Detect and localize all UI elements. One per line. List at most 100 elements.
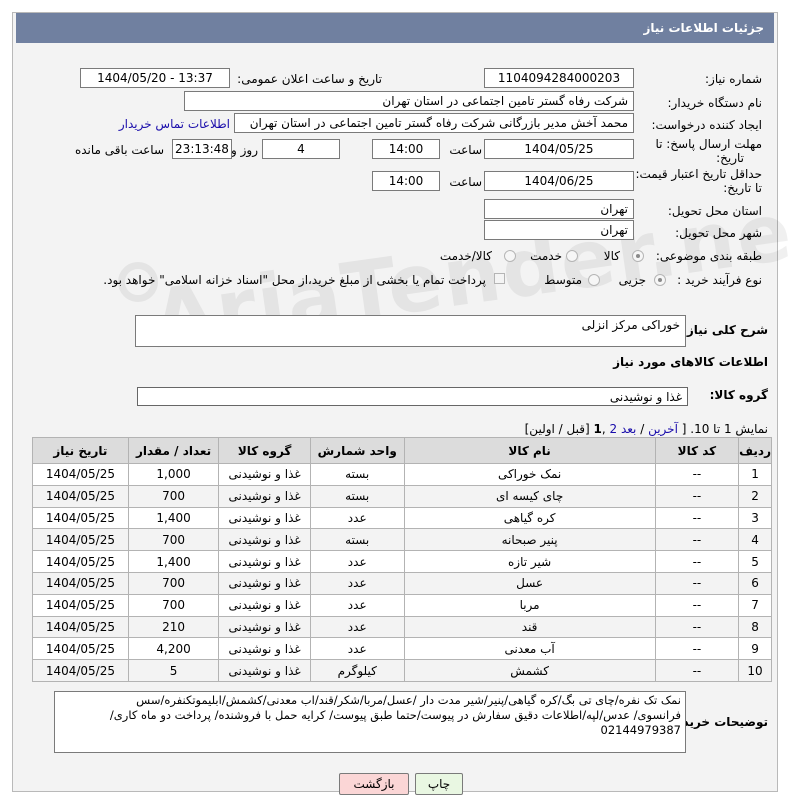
cell-date: 1404/05/25 bbox=[32, 463, 129, 486]
cell-row: 2 bbox=[738, 484, 772, 508]
validity-label: حداقل تاریخ اعتبار قیمت: bbox=[635, 167, 762, 181]
cell-code: -- bbox=[654, 593, 740, 617]
process-option-minor: جزیی bbox=[618, 273, 646, 287]
cell-row: 9 bbox=[738, 637, 772, 661]
cell-name: مربا bbox=[403, 593, 656, 617]
back-button[interactable]: بازگشت bbox=[339, 773, 409, 795]
process-option-medium: متوسط bbox=[544, 273, 582, 287]
process-radio-minor[interactable] bbox=[654, 274, 666, 286]
cell-quantity: 700 bbox=[127, 528, 220, 552]
col-unit: واحد شمارش bbox=[309, 437, 405, 464]
announce-field: 1404/05/20 - 13:37 bbox=[80, 68, 230, 88]
col-code: کد کالا bbox=[654, 437, 740, 464]
pagination-current-page: 1 bbox=[593, 422, 602, 436]
remaining-time-field: 23:13:48 bbox=[172, 139, 232, 159]
cell-row: 7 bbox=[738, 593, 772, 617]
category-option-service: خدمت bbox=[530, 249, 562, 263]
cell-unit: عدد bbox=[309, 550, 405, 573]
deadline-days-field: 4 bbox=[262, 139, 340, 159]
deadline-label: مهلت ارسال پاسخ: تا bbox=[655, 137, 762, 151]
cell-row: 6 bbox=[738, 571, 772, 595]
category-radio-goods[interactable] bbox=[632, 250, 644, 262]
cell-code: -- bbox=[654, 506, 740, 530]
summary-label: شرح کلی نیاز: bbox=[682, 323, 768, 337]
table-row: 8 -- قند عدد غذا و نوشیدنی 210 1404/05/25 bbox=[32, 615, 772, 639]
announce-label: تاریخ و ساعت اعلان عمومی: bbox=[237, 72, 382, 86]
table-row: 10 -- کشمش کیلوگرم غذا و نوشیدنی 5 1404/05/25 bbox=[32, 659, 772, 682]
province-field: تهران bbox=[484, 199, 634, 219]
cell-code: -- bbox=[654, 463, 740, 486]
col-quantity: تعداد / مقدار bbox=[127, 437, 220, 464]
cell-group: غذا و نوشیدنی bbox=[218, 637, 311, 661]
cell-quantity: 700 bbox=[127, 593, 220, 617]
cell-name: آب معدنی bbox=[403, 637, 656, 661]
cell-unit: بسته bbox=[309, 463, 405, 486]
cell-quantity: 4,200 bbox=[127, 637, 220, 661]
cell-date: 1404/05/25 bbox=[32, 659, 129, 682]
col-name: نام کالا bbox=[403, 437, 656, 464]
category-radio-service[interactable] bbox=[566, 250, 578, 262]
cell-code: -- bbox=[654, 528, 740, 552]
pagination-last[interactable]: آخرین bbox=[648, 422, 678, 436]
cell-date: 1404/05/25 bbox=[32, 528, 129, 552]
creator-field: محمد آخش مدیر بازرگانی شرکت رفاه گستر تا… bbox=[234, 113, 634, 133]
buyer-notes-field: نمک تک نفره/چای تی بگ/کره گیاهی/پنیر/شیر… bbox=[54, 691, 686, 753]
cell-group: غذا و نوشیدنی bbox=[218, 484, 311, 508]
province-label: استان محل تحویل: bbox=[667, 204, 762, 218]
need-number-label: شماره نیاز: bbox=[705, 72, 762, 86]
cell-code: -- bbox=[654, 484, 740, 508]
buyer-contact-link[interactable]: اطلاعات تماس خریدار bbox=[119, 117, 230, 131]
goods-info-title: اطلاعات کالاهای مورد نیاز bbox=[613, 355, 768, 369]
cell-code: -- bbox=[654, 571, 740, 595]
treasury-payment-checkbox[interactable] bbox=[494, 273, 505, 284]
cell-unit: عدد bbox=[309, 593, 405, 617]
goods-table-header: ردیف کد کالا نام کالا واحد شمارش گروه کا… bbox=[32, 437, 772, 464]
cell-date: 1404/05/25 bbox=[32, 506, 129, 530]
cell-group: غذا و نوشیدنی bbox=[218, 528, 311, 552]
cell-quantity: 1,400 bbox=[127, 506, 220, 530]
cell-code: -- bbox=[654, 637, 740, 661]
cell-code: -- bbox=[654, 659, 740, 682]
deadline-date-field: 1404/05/25 bbox=[484, 139, 634, 159]
cell-name: کره گیاهی bbox=[403, 506, 656, 530]
cell-name: پنیر صبحانه bbox=[403, 528, 656, 552]
print-button[interactable]: چاپ bbox=[415, 773, 463, 795]
buyer-notes-line-2: فرانسوی/ عدس/لپه/اطلاعات دقیق سفارش در پ… bbox=[109, 708, 681, 722]
cell-name: شیر تازه bbox=[403, 550, 656, 573]
pagination-next[interactable]: بعد bbox=[621, 422, 636, 436]
cell-group: غذا و نوشیدنی bbox=[218, 659, 311, 682]
page-title: جزئیات اطلاعات نیاز bbox=[16, 13, 774, 43]
cell-name: قند bbox=[403, 615, 656, 639]
goods-table: ردیف کد کالا نام کالا واحد شمارش گروه کا… bbox=[32, 437, 772, 682]
cell-unit: کیلوگرم bbox=[309, 659, 405, 682]
city-label: شهر محل تحویل: bbox=[675, 226, 762, 240]
cell-date: 1404/05/25 bbox=[32, 571, 129, 595]
goods-group-label: گروه کالا: bbox=[709, 388, 768, 402]
table-row: 4 -- پنیر صبحانه بسته غذا و نوشیدنی 700 1404/0… bbox=[32, 528, 772, 552]
cell-unit: بسته bbox=[309, 484, 405, 508]
cell-group: غذا و نوشیدنی bbox=[218, 593, 311, 617]
col-group: گروه کالا bbox=[218, 437, 311, 464]
cell-code: -- bbox=[654, 615, 740, 639]
process-radio-medium[interactable] bbox=[588, 274, 600, 286]
pagination-page-2[interactable]: 2 bbox=[609, 422, 617, 436]
cell-date: 1404/05/25 bbox=[32, 615, 129, 639]
cell-group: غذا و نوشیدنی bbox=[218, 506, 311, 530]
remaining-time-label: ساعت باقی مانده bbox=[74, 143, 164, 157]
category-radio-goods-service[interactable] bbox=[504, 250, 516, 262]
cell-quantity: 5 bbox=[127, 659, 220, 682]
cell-group: غذا و نوشیدنی bbox=[218, 550, 311, 573]
table-row: 9 -- آب معدنی عدد غذا و نوشیدنی 4,200 1404/05/… bbox=[32, 637, 772, 661]
cell-name: چای کیسه ای bbox=[403, 484, 656, 508]
validity-time-field: 14:00 bbox=[372, 171, 440, 191]
buyer-org-field: شرکت رفاه گستر تامین اجتماعی در استان ته… bbox=[184, 91, 634, 111]
cell-quantity: 1,000 bbox=[127, 463, 220, 486]
pagination-prev-first: [قبل / اولین] bbox=[524, 422, 590, 436]
buyer-org-label: نام دستگاه خریدار: bbox=[667, 96, 763, 110]
category-option-goods: کالا bbox=[603, 249, 620, 263]
cell-code: -- bbox=[654, 550, 740, 573]
cell-date: 1404/05/25 bbox=[32, 484, 129, 508]
table-row: 6 -- عسل عدد غذا و نوشیدنی 700 1404/05/25 bbox=[32, 571, 772, 595]
deadline-days-label: روز و bbox=[231, 143, 258, 157]
table-row: 5 -- شیر تازه عدد غذا و نوشیدنی 1,400 1404/05/… bbox=[32, 550, 772, 573]
